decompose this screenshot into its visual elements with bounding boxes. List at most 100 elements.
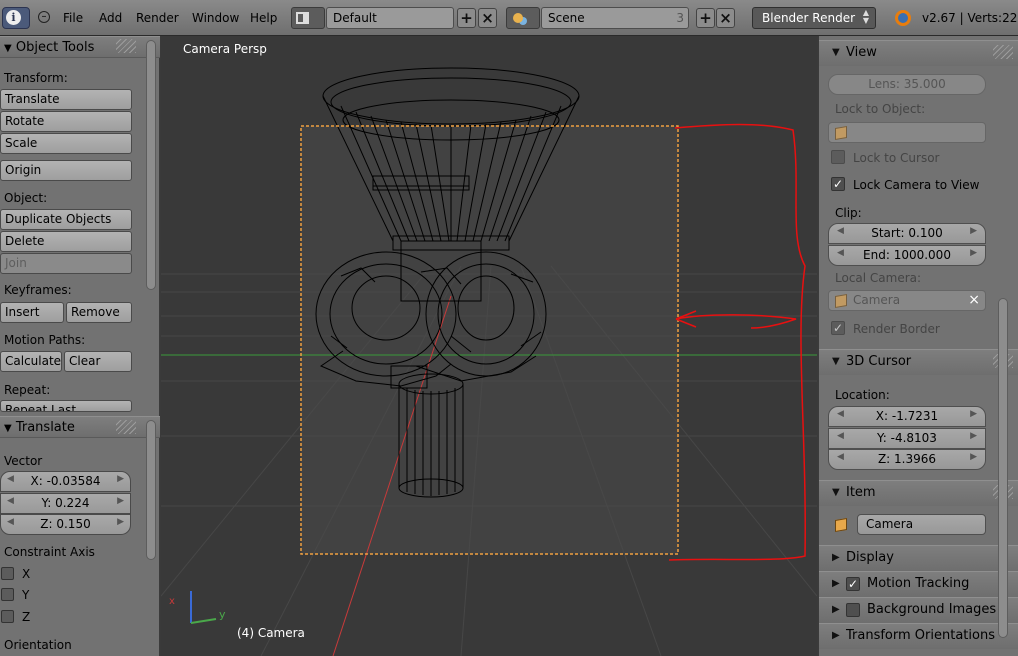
delete-layout-button[interactable]: × — [478, 8, 497, 28]
operator-panel-header[interactable]: ▼ Translate — [0, 416, 160, 438]
increment-arrow-icon[interactable]: ▶ — [970, 452, 977, 462]
repeat-last-button[interactable]: Repeat Last — [0, 400, 132, 412]
clip-start-value: Start: 0.100 — [871, 226, 943, 240]
lock-object-field[interactable] — [828, 122, 986, 143]
properties-region: ▼ View Lens: 35.000 Lock to Object: Lock… — [818, 36, 1018, 656]
local-camera-field[interactable]: Camera × — [828, 290, 986, 311]
collapse-menu-icon[interactable]: – — [38, 11, 50, 23]
object-label: Object: — [4, 191, 48, 205]
render-engine-label: Blender Render — [762, 11, 856, 25]
add-layout-button[interactable]: + — [457, 8, 476, 28]
clip-end-value: End: 1000.000 — [863, 248, 951, 262]
scene-field[interactable]: Scene 3 — [541, 7, 689, 29]
constraint-axis-label: Constraint Axis — [4, 545, 95, 559]
delete-button[interactable]: Delete — [0, 231, 132, 252]
constraint-y-checkbox[interactable] — [1, 588, 14, 601]
increment-arrow-icon[interactable]: ▶ — [970, 431, 977, 441]
increment-arrow-icon[interactable]: ▶ — [970, 248, 977, 258]
insert-keyframe-button[interactable]: Insert — [0, 302, 64, 323]
menu-help[interactable]: Help — [250, 11, 277, 25]
rotate-button[interactable]: Rotate — [0, 111, 132, 132]
clip-start-field[interactable]: ◀ Start: 0.100 ▶ — [828, 223, 986, 244]
view-panel-header[interactable]: ▼ View — [819, 40, 1018, 66]
panel-drag-grip[interactable] — [116, 39, 136, 53]
screen-layout-selector[interactable] — [291, 7, 325, 29]
tool-shelf-scrollbar[interactable] — [146, 40, 156, 290]
decrement-arrow-icon[interactable]: ◀ — [837, 431, 844, 441]
expand-triangle-icon: ▶ — [832, 578, 840, 589]
decrement-arrow-icon[interactable]: ◀ — [837, 248, 844, 258]
properties-scrollbar[interactable] — [998, 298, 1008, 638]
join-button[interactable]: Join — [0, 253, 132, 274]
duplicate-objects-button[interactable]: Duplicate Objects — [0, 209, 132, 230]
origin-button[interactable]: Origin — [0, 160, 132, 181]
increment-arrow-icon[interactable]: ▶ — [117, 517, 124, 527]
item-name-field[interactable]: Camera — [857, 514, 986, 535]
object-cube-icon — [835, 517, 847, 533]
operator-scrollbar[interactable] — [146, 420, 156, 560]
render-border-checkbox[interactable]: ✓ — [831, 321, 845, 335]
scale-button[interactable]: Scale — [0, 133, 132, 154]
cursor-y-field[interactable]: ◀ Y: -4.8103 ▶ — [828, 428, 986, 449]
scene-users: 3 — [676, 11, 684, 25]
translate-button[interactable]: Translate — [0, 89, 132, 110]
background-images-panel-header[interactable]: ▶ Background Images — [819, 597, 1018, 623]
3d-viewport[interactable]: Camera Persp (4) Camera y x — [161, 36, 817, 656]
item-panel-header[interactable]: ▼ Item — [819, 480, 1018, 506]
object-tools-title: Object Tools — [15, 40, 95, 55]
vector-y-value: Y: 0.224 — [41, 496, 90, 510]
lock-to-cursor-label: Lock to Cursor — [853, 151, 940, 165]
vector-y-field[interactable]: ◀ Y: 0.224 ▶ — [0, 493, 131, 514]
editor-type-button[interactable]: i — [2, 7, 30, 29]
lock-to-cursor-checkbox[interactable] — [831, 150, 845, 164]
delete-scene-button[interactable]: × — [716, 8, 735, 28]
lock-camera-label: Lock Camera to View — [853, 178, 980, 192]
scene-selector[interactable] — [506, 7, 540, 29]
cursor-panel-header[interactable]: ▼ 3D Cursor — [819, 349, 1018, 375]
clip-end-field[interactable]: ◀ End: 1000.000 ▶ — [828, 245, 986, 266]
increment-arrow-icon[interactable]: ▶ — [117, 496, 124, 506]
render-engine-dropdown[interactable]: Blender Render ▲ ▼ — [752, 7, 876, 29]
increment-arrow-icon[interactable]: ▶ — [970, 409, 977, 419]
menu-window[interactable]: Window — [192, 11, 239, 25]
menu-add[interactable]: Add — [99, 11, 122, 25]
lock-camera-checkbox[interactable]: ✓ — [831, 177, 845, 191]
decrement-arrow-icon[interactable]: ◀ — [837, 409, 844, 419]
clear-field-icon[interactable]: × — [968, 292, 980, 308]
increment-arrow-icon[interactable]: ▶ — [117, 474, 124, 484]
clear-button[interactable]: Clear — [64, 351, 132, 372]
lens-field[interactable]: Lens: 35.000 — [828, 74, 986, 95]
screen-layout-field[interactable]: Default — [326, 7, 454, 29]
info-icon: i — [6, 10, 21, 25]
panel-drag-grip[interactable] — [993, 45, 1013, 59]
motion-tracking-checkbox[interactable]: ✓ — [846, 577, 860, 591]
decrement-arrow-icon[interactable]: ◀ — [7, 496, 14, 506]
gizmo-x-label: x — [169, 596, 175, 607]
motion-tracking-panel-header[interactable]: ▶ ✓ Motion Tracking — [819, 571, 1018, 597]
menu-render[interactable]: Render — [136, 11, 179, 25]
add-scene-button[interactable]: + — [696, 8, 715, 28]
constraint-x-checkbox[interactable] — [1, 567, 14, 580]
gizmo-y-label: y — [219, 608, 226, 621]
vector-z-field[interactable]: ◀ Z: 0.150 ▶ — [0, 514, 131, 535]
decrement-arrow-icon[interactable]: ◀ — [7, 474, 14, 484]
object-tools-panel-header[interactable]: ▼ Object Tools — [0, 36, 160, 58]
transform-orientations-panel-header[interactable]: ▶ Transform Orientations — [819, 623, 1018, 649]
display-panel-header[interactable]: ▶ Display — [819, 545, 1018, 571]
decrement-arrow-icon[interactable]: ◀ — [7, 517, 14, 527]
background-images-checkbox[interactable] — [846, 603, 860, 617]
vector-x-field[interactable]: ◀ X: -0.03584 ▶ — [0, 471, 131, 492]
decrement-arrow-icon[interactable]: ◀ — [837, 452, 844, 462]
cursor-x-field[interactable]: ◀ X: -1.7231 ▶ — [828, 406, 986, 427]
item-panel-title: Item — [846, 485, 876, 500]
increment-arrow-icon[interactable]: ▶ — [970, 226, 977, 236]
calculate-button[interactable]: Calculate — [0, 351, 62, 372]
menu-file[interactable]: File — [63, 11, 83, 25]
cursor-z-field[interactable]: ◀ Z: 1.3966 ▶ — [828, 449, 986, 470]
cursor-x-value: X: -1.7231 — [875, 409, 939, 423]
panel-drag-grip[interactable] — [116, 420, 136, 434]
remove-keyframe-button[interactable]: Remove — [66, 302, 132, 323]
decrement-arrow-icon[interactable]: ◀ — [837, 226, 844, 236]
constraint-z-checkbox[interactable] — [1, 610, 14, 623]
display-panel-title: Display — [846, 550, 894, 565]
